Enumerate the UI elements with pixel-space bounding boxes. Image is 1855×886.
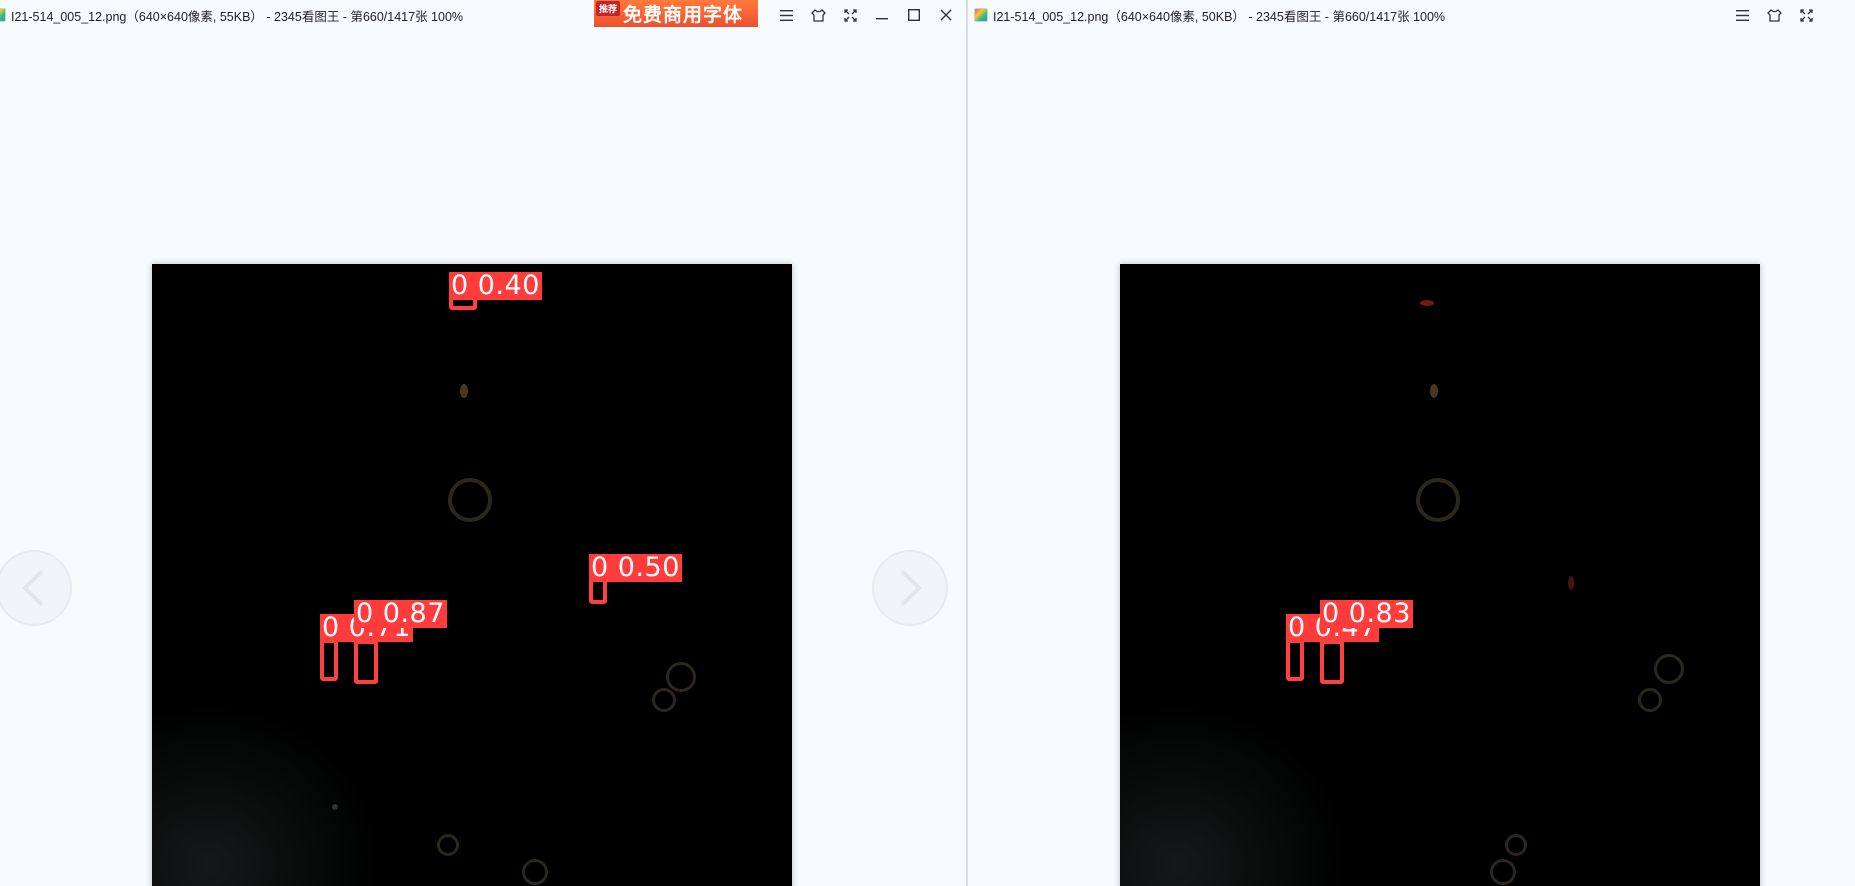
result-image: 0 0.40 0 0.50 0 0.71 0 0.87 <box>152 264 792 886</box>
maximize-icon[interactable] <box>898 0 930 30</box>
app-icon <box>974 8 988 22</box>
detection-box <box>320 639 338 681</box>
close-icon[interactable] <box>930 0 962 30</box>
image-blob <box>1638 688 1662 712</box>
image-noise-texture <box>1120 704 1350 886</box>
image-speck <box>332 804 338 810</box>
result-image: 0 0.47 0 0.83 <box>1120 264 1760 886</box>
ad-tag: 推荐 <box>596 1 621 16</box>
image-blob <box>1505 834 1527 856</box>
next-image-button[interactable] <box>872 550 948 626</box>
skin-icon[interactable] <box>1758 0 1790 30</box>
image-blob <box>652 688 676 712</box>
ad-text: 免费商用字体 <box>623 4 744 26</box>
image-speck <box>460 384 468 398</box>
previous-image-button[interactable] <box>0 550 72 626</box>
chevron-right-icon <box>901 570 922 606</box>
app-icon <box>0 8 6 22</box>
detection-box <box>1286 639 1304 681</box>
image-blob <box>1416 478 1460 522</box>
chevron-left-icon <box>22 570 43 606</box>
detection-label: 0 0.83 <box>1320 598 1413 629</box>
image-blob <box>1490 859 1516 885</box>
left-viewer-window: I21-514_005_12.png（640×640像素, 55KB） - 23… <box>0 0 966 886</box>
window-controls <box>1726 0 1822 30</box>
detection-box <box>354 640 378 684</box>
image-viewport[interactable]: 0 0.40 0 0.50 0 0.71 0 0.87 <box>0 30 966 886</box>
window-title: I21-514_005_12.png（640×640像素, 50KB） - 23… <box>993 9 1446 24</box>
window-controls <box>770 0 962 30</box>
image-blob <box>1654 654 1684 684</box>
detection-label: 0 0.40 <box>449 270 542 301</box>
image-noise-texture <box>152 704 382 886</box>
detection-box <box>1320 640 1344 684</box>
fullscreen-icon[interactable] <box>834 0 866 30</box>
detection-label: 0 0.87 <box>354 598 447 629</box>
image-speck <box>1420 300 1434 306</box>
image-speck <box>1430 384 1438 398</box>
fullscreen-icon[interactable] <box>1790 0 1822 30</box>
image-viewport[interactable]: 0 0.47 0 0.83 <box>968 30 1855 886</box>
skin-icon[interactable] <box>802 0 834 30</box>
image-blob <box>666 662 696 692</box>
title-bar[interactable]: I21-514_005_12.png（640×640像素, 50KB） - 23… <box>968 0 1855 30</box>
image-blob <box>448 478 492 522</box>
window-title: I21-514_005_12.png（640×640像素, 55KB） - 23… <box>11 9 464 24</box>
right-viewer-window: I21-514_005_12.png（640×640像素, 50KB） - 23… <box>968 0 1855 886</box>
detection-label: 0 0.50 <box>589 552 682 583</box>
image-blob <box>522 859 548 885</box>
image-blob <box>437 834 459 856</box>
menu-icon[interactable] <box>1726 0 1758 30</box>
ad-banner[interactable]: 推荐 免费商用字体 <box>594 0 758 27</box>
menu-icon[interactable] <box>770 0 802 30</box>
image-speck <box>1568 576 1574 590</box>
minimize-icon[interactable] <box>866 0 898 30</box>
